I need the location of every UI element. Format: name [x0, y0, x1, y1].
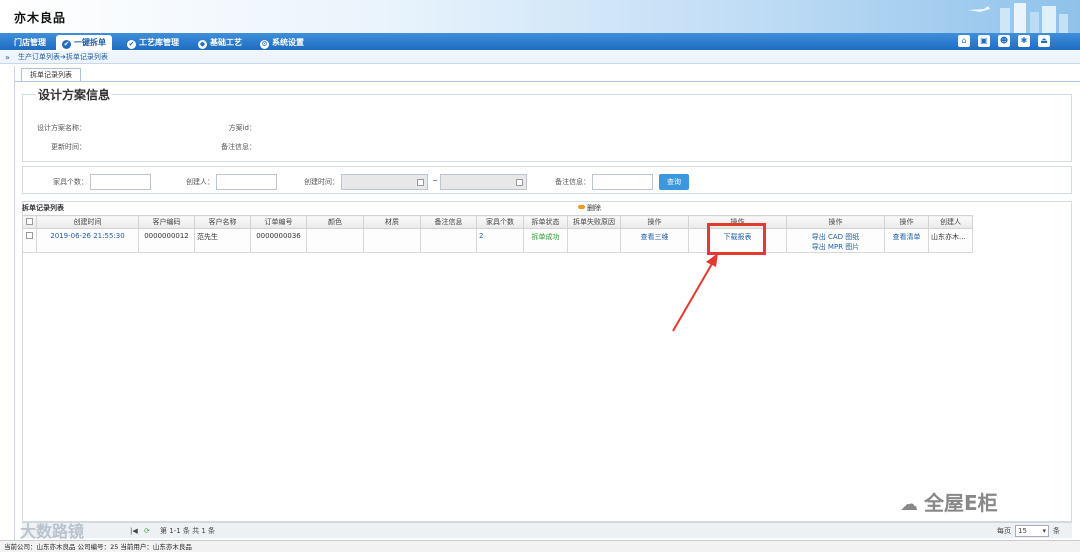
- chevron-down-icon: ▾: [1042, 527, 1046, 535]
- page-info: 第 1-1 条 共 1 条: [160, 527, 216, 535]
- refresh-icon[interactable]: ⟳: [144, 523, 150, 539]
- first-page-icon[interactable]: |◀: [130, 523, 138, 539]
- pagination-bar: |◀ ⟳ 第 1-1 条 共 1 条 每页 15 ▾ 条: [22, 522, 1072, 538]
- per-page-select[interactable]: 15 ▾: [1015, 525, 1049, 537]
- watermark-wechat: ☁ 全屋E柜: [900, 491, 998, 515]
- unit-label: 条: [1053, 527, 1060, 535]
- status-bar: 当前公司：山东亦木良品 公司编号：25 当前用户：山东亦木良品: [0, 540, 1080, 552]
- wechat-icon: ☁: [900, 494, 918, 515]
- watermark-left: 大数路镜: [20, 522, 85, 541]
- annotation-arrow: [672, 253, 718, 332]
- per-page-label: 每页: [997, 527, 1011, 535]
